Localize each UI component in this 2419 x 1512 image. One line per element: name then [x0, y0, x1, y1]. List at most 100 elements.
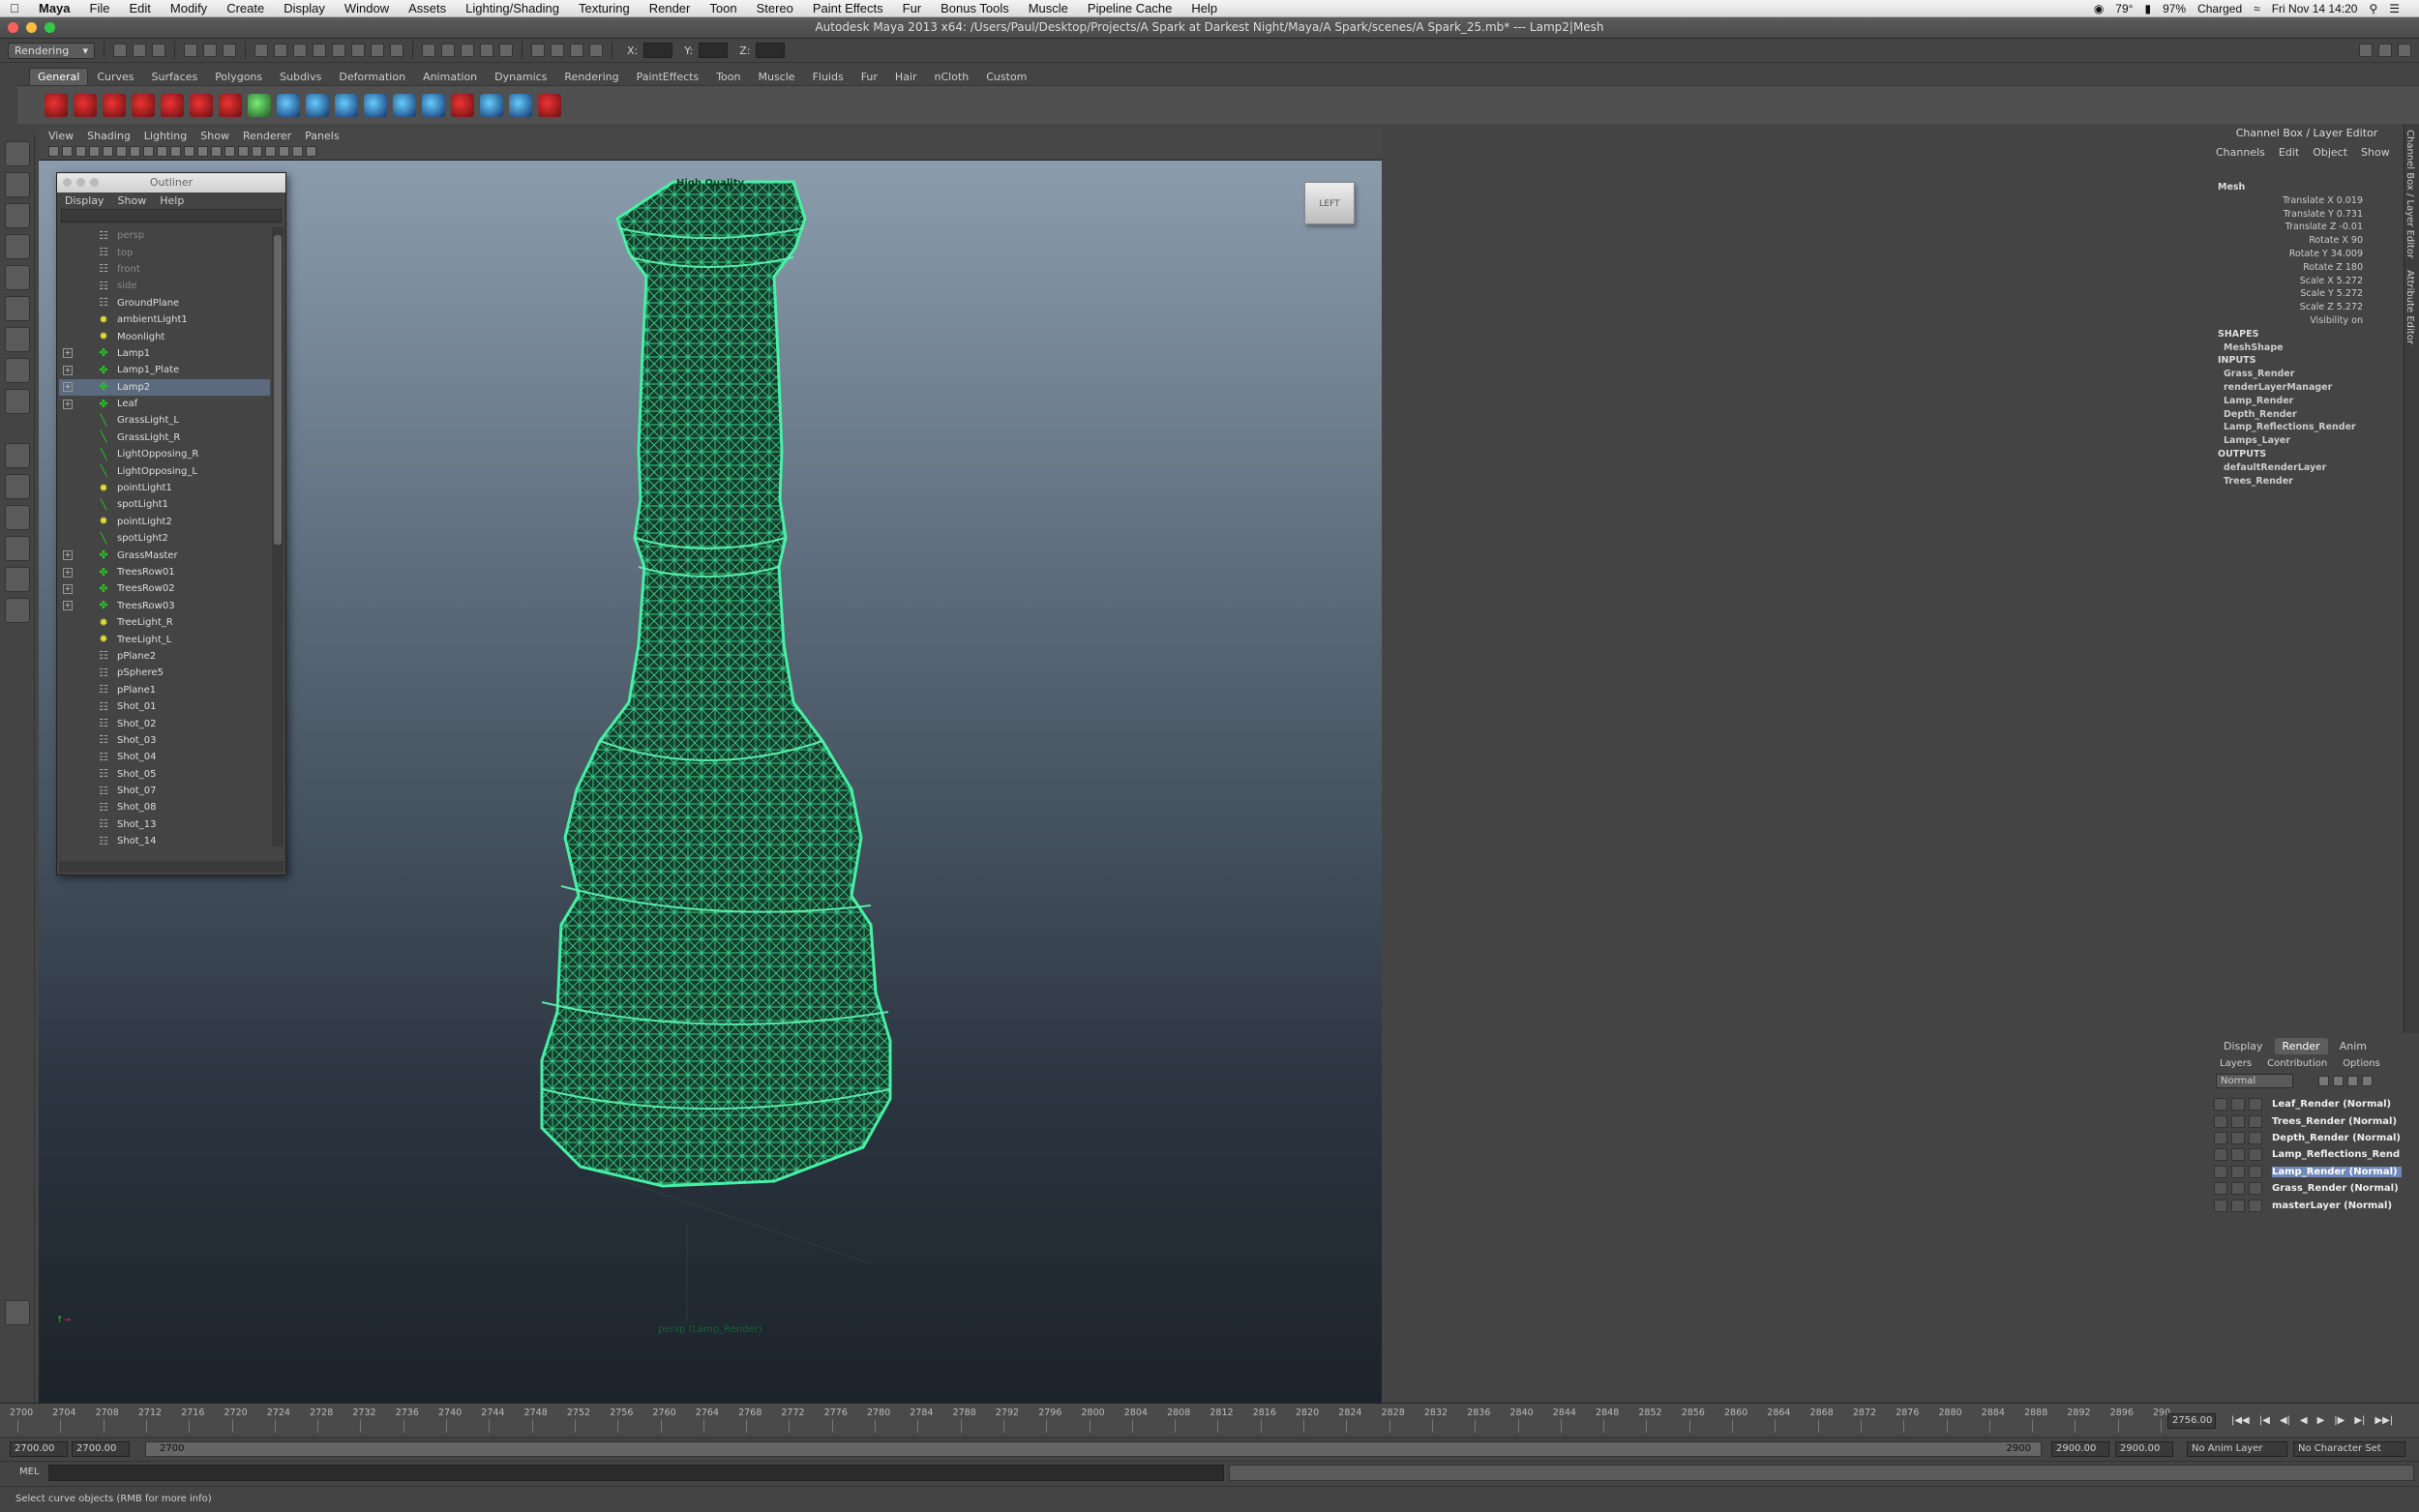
- outliner-item[interactable]: + ✤ Lamp1_Plate: [59, 362, 270, 378]
- input-node[interactable]: Grass_Render: [2214, 369, 2400, 382]
- lasso-tool-icon[interactable]: [5, 172, 30, 197]
- isolate-select-icon[interactable]: [292, 146, 303, 157]
- menu-texturing[interactable]: Texturing: [569, 1, 640, 15]
- film-gate-icon[interactable]: [116, 146, 127, 157]
- channel-menu-edit[interactable]: Edit: [2279, 146, 2299, 159]
- outliner-item[interactable]: ☷ front: [59, 261, 270, 278]
- live-icon[interactable]: [499, 44, 513, 57]
- shelf-tab-custom[interactable]: Custom: [977, 68, 1035, 85]
- outliner-item[interactable]: ☷ side: [59, 278, 270, 294]
- material-override-icon[interactable]: [2249, 1199, 2262, 1212]
- outliner-menu-show[interactable]: Show: [118, 194, 147, 207]
- menu-display[interactable]: Display: [274, 1, 335, 15]
- expand-icon[interactable]: +: [63, 348, 73, 359]
- paint-shelf-icon[interactable]: [161, 93, 184, 117]
- high-quality-icon[interactable]: [306, 146, 316, 157]
- ipr-render-icon[interactable]: [570, 44, 583, 57]
- render-setup-icon[interactable]: [2231, 1165, 2245, 1178]
- menu-file[interactable]: File: [80, 1, 120, 15]
- input-node[interactable]: Lamp_Reflections_Render: [2214, 422, 2400, 435]
- anim-layer-dropdown[interactable]: No Anim Layer: [2187, 1441, 2287, 1457]
- go-to-start-icon[interactable]: |◀◀: [2231, 1415, 2250, 1426]
- render-setup-icon[interactable]: [2231, 1148, 2245, 1162]
- renderable-toggle-icon[interactable]: [2214, 1114, 2227, 1128]
- snap-grid-icon[interactable]: [422, 44, 435, 57]
- object-name[interactable]: Mesh: [2214, 182, 2400, 195]
- move-layer-up-icon[interactable]: [2318, 1076, 2329, 1086]
- mask-icon[interactable]: [332, 44, 345, 57]
- outliner-item[interactable]: ☷ pPlane2: [59, 648, 270, 665]
- menu-assets[interactable]: Assets: [399, 1, 456, 15]
- snap-point-icon[interactable]: [461, 44, 474, 57]
- scale-tool-icon[interactable]: [5, 296, 30, 321]
- expand-icon[interactable]: +: [63, 550, 73, 561]
- new-scene-icon[interactable]: [113, 44, 127, 57]
- safe-title-icon[interactable]: [184, 146, 194, 157]
- renderable-toggle-icon[interactable]: [2214, 1148, 2227, 1162]
- layer-mode-dropdown[interactable]: Normal: [2216, 1074, 2293, 1088]
- select-tool-icon[interactable]: [5, 141, 30, 166]
- safe-action-icon[interactable]: [170, 146, 181, 157]
- current-frame-field[interactable]: 2756.00: [2167, 1413, 2216, 1429]
- play-forwards-icon[interactable]: ▶: [2317, 1415, 2325, 1426]
- paint-shelf-icon[interactable]: [132, 93, 155, 117]
- menu-help[interactable]: Help: [1181, 1, 1227, 15]
- grid-icon[interactable]: [103, 146, 113, 157]
- shelf-tab-deformation[interactable]: Deformation: [330, 68, 414, 85]
- step-forward-frame-icon[interactable]: |▶: [2334, 1415, 2344, 1426]
- outliner-item[interactable]: + ✤ Leaf: [59, 396, 270, 412]
- render-setup-icon[interactable]: [2231, 1182, 2245, 1196]
- record-icon[interactable]: ◉: [2094, 2, 2104, 15]
- material-override-icon[interactable]: [2249, 1148, 2262, 1162]
- render-layout-icon[interactable]: [5, 598, 30, 623]
- shelf-tab-curves[interactable]: Curves: [88, 68, 142, 85]
- outliner-item[interactable]: ╲ GrassLight_R: [59, 430, 270, 446]
- channel-attribute[interactable]: Translate X 0.019: [2214, 195, 2400, 209]
- outliner-menu-display[interactable]: Display: [65, 194, 105, 207]
- input-node[interactable]: renderLayerManager: [2214, 382, 2400, 396]
- menu-lighting-shading[interactable]: Lighting/Shading: [456, 1, 569, 15]
- side-tab[interactable]: Attribute Editor: [2404, 264, 2415, 350]
- outliner-zoom-button[interactable]: [90, 178, 99, 187]
- outliner-item[interactable]: + ✤ TreesRow03: [59, 598, 270, 614]
- script-editor-icon[interactable]: [5, 1300, 30, 1325]
- input-node[interactable]: Lamps_Layer: [2214, 435, 2400, 449]
- menu-modify[interactable]: Modify: [161, 1, 217, 15]
- menu-pipeline-cache[interactable]: Pipeline Cache: [1078, 1, 1181, 15]
- range-bar[interactable]: 2700 2900: [145, 1441, 2042, 1457]
- outliner-item[interactable]: ☷ pPlane1: [59, 682, 270, 698]
- help-shelf-icon[interactable]: [74, 93, 97, 117]
- outliner-item[interactable]: ✹ TreeLight_R: [59, 614, 270, 631]
- outliner-horizontal-scrollbar[interactable]: [59, 861, 284, 873]
- wireframe-on-shaded-icon[interactable]: [224, 146, 235, 157]
- material-override-icon[interactable]: [2249, 1182, 2262, 1196]
- hypershade-layout-icon[interactable]: [5, 567, 30, 592]
- menu-render[interactable]: Render: [640, 1, 701, 15]
- snap-plane-icon[interactable]: [480, 44, 493, 57]
- render-layer-row[interactable]: Leaf_Render (Normal): [2210, 1096, 2404, 1112]
- outliner-menu-help[interactable]: Help: [160, 194, 184, 207]
- menu-window[interactable]: Window: [335, 1, 399, 15]
- notification-icon[interactable]: ☰: [2389, 2, 2400, 15]
- render-shelf-icon[interactable]: [538, 93, 561, 117]
- shadows-icon[interactable]: [265, 146, 276, 157]
- light-shelf-icon[interactable]: [306, 93, 329, 117]
- layout-icon[interactable]: [2359, 44, 2373, 57]
- channel-attribute[interactable]: Translate Z -0.01: [2214, 222, 2400, 235]
- use-lights-icon[interactable]: [252, 146, 262, 157]
- snap-curve-icon[interactable]: [441, 44, 455, 57]
- outliner-item[interactable]: ☷ persp: [59, 227, 270, 244]
- mask-icon[interactable]: [371, 44, 384, 57]
- menu-edit[interactable]: Edit: [119, 1, 160, 15]
- field-chart-icon[interactable]: [157, 146, 167, 157]
- render-settings-icon[interactable]: [589, 44, 603, 57]
- output-node[interactable]: defaultRenderLayer: [2214, 462, 2400, 476]
- manipulator-tool-icon[interactable]: [5, 327, 30, 352]
- four-view-layout-icon[interactable]: [5, 474, 30, 499]
- channel-attribute[interactable]: Rotate X 90: [2214, 235, 2400, 249]
- outliner-item[interactable]: ☷ Shot_02: [59, 715, 270, 731]
- outliner-item[interactable]: ☷ GroundPlane: [59, 295, 270, 311]
- light-shelf-icon[interactable]: [335, 93, 358, 117]
- channel-menu-channels[interactable]: Channels: [2216, 146, 2265, 159]
- expand-icon[interactable]: +: [63, 601, 73, 611]
